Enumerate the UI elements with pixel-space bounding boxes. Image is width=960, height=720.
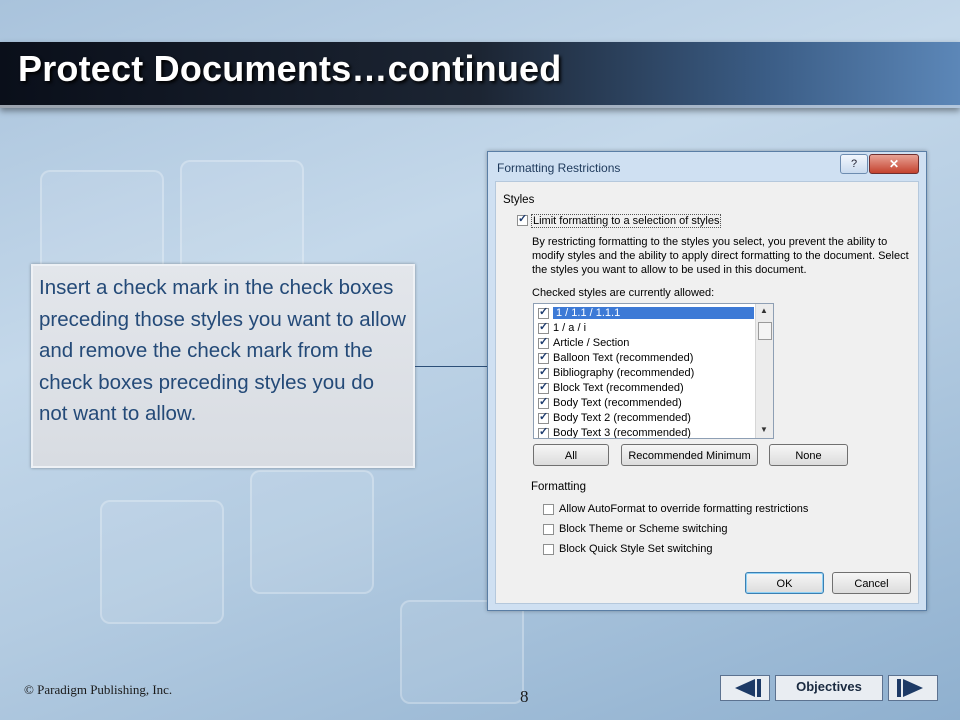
block-theme-label[interactable]: Block Theme or Scheme switching	[559, 523, 728, 535]
style-label: Body Text (recommended)	[553, 397, 682, 409]
scroll-down-arrow-icon[interactable]: ▼	[760, 425, 768, 434]
limit-formatting-label[interactable]: Limit formatting to a selection of style…	[531, 214, 722, 228]
style-checkbox[interactable]	[538, 335, 549, 349]
dialog-title: Formatting Restrictions	[497, 161, 621, 175]
page-number: 8	[520, 687, 529, 706]
formatting-restrictions-dialog: Formatting Restrictions ? ✕ Styles Limit…	[487, 151, 927, 611]
help-button[interactable]: ?	[840, 154, 868, 174]
slide-navigation: Objectives	[720, 675, 940, 701]
style-checkbox[interactable]	[538, 365, 549, 379]
list-item[interactable]: Body Text (recommended)	[536, 395, 756, 411]
list-item[interactable]: Article / Section	[536, 335, 756, 351]
style-checkbox[interactable]	[538, 395, 549, 409]
list-item[interactable]: Body Text 2 (recommended)	[536, 410, 756, 426]
style-label: Block Text (recommended)	[553, 382, 684, 394]
allow-autoformat-check[interactable]	[543, 504, 554, 515]
style-label: Body Text 2 (recommended)	[553, 412, 691, 424]
list-label: Checked styles are currently allowed:	[532, 287, 715, 299]
callout-text: Insert a check mark in the check boxes p…	[39, 276, 406, 425]
ok-button[interactable]: OK	[745, 572, 824, 594]
all-button[interactable]: All	[533, 444, 609, 466]
block-theme-check[interactable]	[543, 524, 554, 535]
copyright-text: © Paradigm Publishing, Inc.	[24, 682, 173, 697]
list-item[interactable]: Bibliography (recommended)	[536, 365, 756, 381]
style-label: Bibliography (recommended)	[553, 367, 695, 379]
recommended-minimum-button[interactable]: Recommended Minimum	[621, 444, 758, 466]
style-label: 1 / a / i	[553, 322, 587, 334]
background-key	[100, 500, 224, 624]
list-item[interactable]: Body Text 3 (recommended)	[536, 425, 756, 439]
listbox-scrollbar[interactable]: ▲ ▼	[755, 304, 773, 438]
formatting-group-label: Formatting	[531, 481, 586, 493]
style-label: 1 / 1.1 / 1.1.1	[553, 307, 754, 319]
none-button[interactable]: None	[769, 444, 848, 466]
style-checkbox[interactable]	[538, 305, 549, 319]
block-quick-style-label[interactable]: Block Quick Style Set switching	[559, 543, 712, 555]
styles-group-label: Styles	[503, 194, 535, 206]
allow-autoformat-label[interactable]: Allow AutoFormat to override formatting …	[559, 503, 808, 515]
styles-listbox[interactable]: 1 / 1.1 / 1.1.1 1 / a / i Article / Sect…	[533, 303, 774, 439]
scroll-thumb[interactable]	[758, 322, 772, 340]
list-item[interactable]: 1 / 1.1 / 1.1.1	[536, 305, 756, 321]
style-label: Article / Section	[553, 337, 630, 349]
cancel-button[interactable]: Cancel	[832, 572, 911, 594]
scroll-up-arrow-icon[interactable]: ▲	[760, 306, 768, 315]
style-checkbox[interactable]	[538, 380, 549, 394]
list-item[interactable]: 1 / a / i	[536, 320, 756, 336]
style-label: Body Text 3 (recommended)	[553, 427, 691, 439]
style-label: Balloon Text (recommended)	[553, 352, 694, 364]
list-item[interactable]: Block Text (recommended)	[536, 380, 756, 396]
background-key	[400, 600, 524, 704]
style-checkbox[interactable]	[538, 320, 549, 334]
list-item[interactable]: Balloon Text (recommended)	[536, 350, 756, 366]
limit-formatting-check[interactable]	[517, 212, 528, 226]
close-button[interactable]: ✕	[869, 154, 919, 174]
background-key	[250, 470, 374, 594]
callout-box: Insert a check mark in the check boxes p…	[31, 264, 415, 468]
background-key	[180, 160, 304, 274]
style-checkbox[interactable]	[538, 350, 549, 364]
style-checkbox[interactable]	[538, 410, 549, 424]
next-arrow-icon	[897, 679, 923, 697]
previous-slide-button[interactable]	[720, 675, 770, 701]
slide-title: Protect Documents…continued	[18, 48, 562, 89]
block-quick-style-check[interactable]	[543, 544, 554, 555]
objectives-button[interactable]: Objectives	[775, 675, 883, 701]
dialog-body: Styles Limit formatting to a selection o…	[495, 181, 919, 604]
style-checkbox[interactable]	[538, 425, 549, 438]
previous-arrow-icon	[735, 679, 761, 697]
next-slide-button[interactable]	[888, 675, 938, 701]
restriction-description: By restricting formatting to the styles …	[532, 236, 909, 276]
